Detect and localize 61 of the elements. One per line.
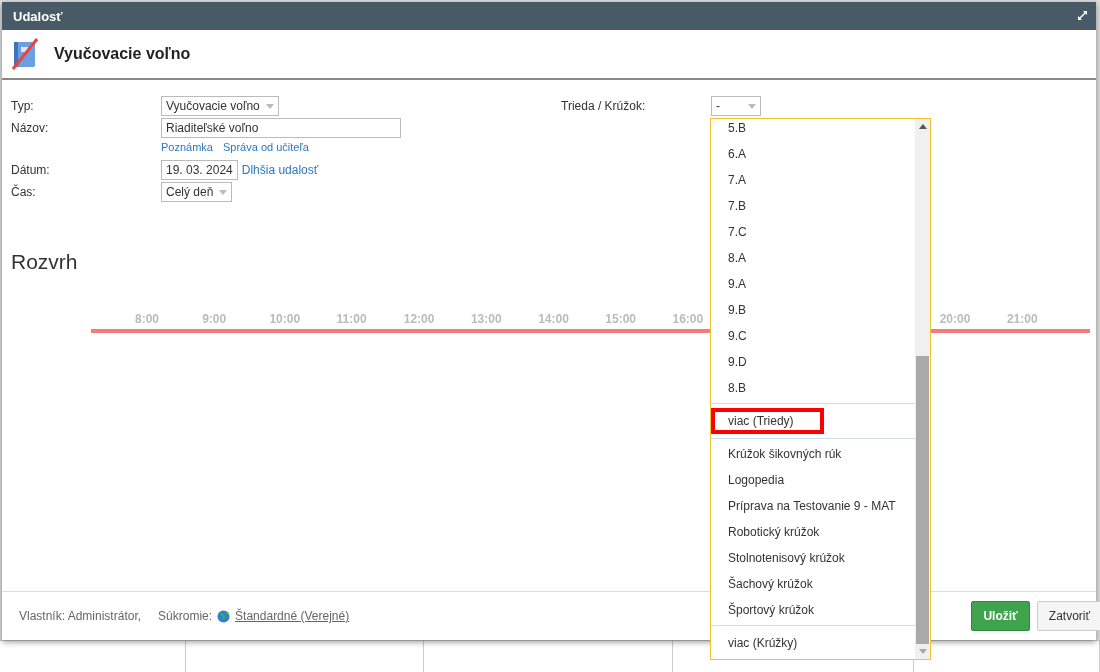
dropdown-option[interactable]: Krúžok šikovných rúk bbox=[711, 441, 915, 467]
dropdown-option[interactable]: 7.C bbox=[711, 219, 915, 245]
type-select[interactable]: Vyučovacie voľno bbox=[161, 96, 279, 116]
hour-label: 11:00 bbox=[336, 312, 368, 326]
dropdown-option[interactable]: Príprava na Testovanie 9 - MAT bbox=[711, 493, 915, 519]
field-label: Čas: bbox=[11, 185, 37, 199]
window-title: Udalosť bbox=[13, 8, 63, 24]
dropdown-option[interactable]: 7.A bbox=[711, 167, 915, 193]
hour-label: 10:00 bbox=[269, 312, 302, 326]
scroll-up-icon[interactable] bbox=[918, 124, 927, 129]
hour-label: 8:00 bbox=[135, 312, 161, 326]
field-label: Typ: bbox=[11, 99, 35, 113]
privacy-label: Súkromie: bbox=[158, 609, 213, 623]
event-title: Vyučovacie voľno bbox=[54, 45, 191, 63]
dropdown-option[interactable]: Robotický krúžok bbox=[711, 519, 915, 545]
time-select[interactable]: Celý deň bbox=[161, 182, 233, 202]
owner-text: Vlastník: Administrátor, bbox=[19, 609, 142, 623]
field-label: Názov: bbox=[11, 121, 50, 135]
dropdown-option[interactable]: 7.B bbox=[711, 193, 915, 219]
scroll-down-icon[interactable] bbox=[918, 649, 927, 654]
dropdown-option[interactable]: 5.B bbox=[711, 119, 915, 141]
globe-icon bbox=[217, 609, 231, 623]
dropdown-option[interactable]: Šachový krúžok bbox=[711, 571, 915, 597]
field-label: Dátum: bbox=[11, 163, 51, 177]
field-label: Trieda / Krúžok: bbox=[561, 99, 647, 113]
scrollbar-thumb[interactable] bbox=[916, 356, 929, 644]
dropdown-option[interactable]: 8.A bbox=[711, 245, 915, 271]
expand-icon[interactable] bbox=[1076, 10, 1088, 22]
hour-label: 20:00 bbox=[939, 312, 972, 326]
dropdown-option[interactable]: 9.D bbox=[711, 349, 915, 375]
schedule-heading: Rozvrh bbox=[11, 250, 78, 274]
dropdown-option[interactable]: 9.A bbox=[711, 271, 915, 297]
class-select[interactable]: - bbox=[711, 96, 761, 116]
dropdown-option[interactable]: 9.B bbox=[711, 297, 915, 323]
hour-label: 14:00 bbox=[538, 312, 570, 326]
dropdown-option[interactable]: Športový krúžok bbox=[711, 597, 915, 623]
crossed-notebook-icon bbox=[12, 38, 38, 70]
hour-label: 16:00 bbox=[672, 312, 705, 326]
longer-event-link[interactable]: Dlhšia udalosť bbox=[241, 163, 319, 177]
more-option[interactable]: viac (Triedy) bbox=[711, 408, 824, 434]
scrollbar[interactable] bbox=[915, 119, 930, 659]
note-link[interactable]: Správa od učiteľa bbox=[223, 141, 309, 153]
note-link[interactable]: Poznámka bbox=[161, 141, 213, 153]
name-field[interactable]: Riaditeľské voľno bbox=[161, 118, 401, 138]
hour-label: 15:00 bbox=[605, 312, 637, 326]
caret-icon bbox=[265, 103, 274, 109]
close-button[interactable]: Zatvoriť bbox=[1036, 601, 1100, 631]
dropdown-option[interactable]: 6.A bbox=[711, 141, 915, 167]
privacy-link[interactable]: Štandardné (Verejné) bbox=[235, 609, 350, 623]
hour-label: 21:00 bbox=[1006, 312, 1039, 326]
hour-label: 12:00 bbox=[403, 312, 436, 326]
caret-icon bbox=[219, 189, 228, 195]
dropdown-option[interactable]: 8.B bbox=[711, 375, 915, 401]
caret-icon bbox=[748, 103, 756, 109]
hour-label: 13:00 bbox=[470, 312, 503, 326]
dropdown-option[interactable]: 9.C bbox=[711, 323, 915, 349]
more-option[interactable]: viac (Krúžky) bbox=[711, 630, 915, 656]
dropdown-option[interactable]: Stolnotenisový krúžok bbox=[711, 545, 915, 571]
date-field[interactable]: 19. 03. 2024 bbox=[161, 160, 238, 180]
hour-label: 9:00 bbox=[202, 312, 228, 326]
dropdown-option[interactable]: Logopedia bbox=[711, 467, 915, 493]
